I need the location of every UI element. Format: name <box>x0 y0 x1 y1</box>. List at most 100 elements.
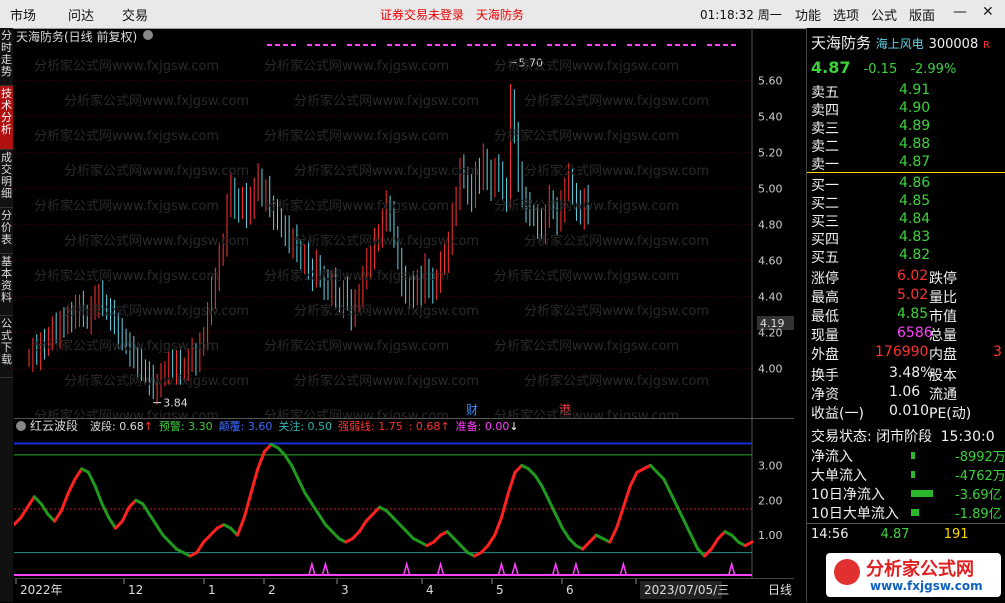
bid-label: 买二 <box>811 196 839 212</box>
menu-options[interactable]: 选项 <box>833 5 859 24</box>
flow-bar <box>911 490 933 497</box>
menu-wenda[interactable]: 问达 <box>68 5 94 24</box>
ask-row: 卖四 4.90 <box>811 100 1005 119</box>
tab-fundamentals[interactable]: 基本资料 <box>0 254 13 316</box>
bid-label: 买一 <box>811 178 839 194</box>
last-trade-time: 14:56 <box>811 527 849 542</box>
ready-marker <box>619 561 628 576</box>
watermark-text: 分析家公式网www.fxjgsw.com <box>264 408 449 418</box>
signal-dash <box>667 44 672 46</box>
menu-market[interactable]: 市场 <box>10 5 36 24</box>
signal-dash <box>523 44 528 46</box>
tab-formula-download[interactable]: 公式下载 <box>0 316 13 378</box>
ask-row: 卖二 4.88 <box>811 136 1005 155</box>
candlestick-chart[interactable]: 天海防务(日线 前复权) 5.70 3.84 4.19 财 港 5.605.40… <box>14 28 794 418</box>
tab-price-table[interactable]: 分价表 <box>0 208 13 254</box>
login-status[interactable]: 证券交易未登录 <box>380 8 464 22</box>
price-tick-label: 4.00 <box>758 362 783 375</box>
stat-row: 外盘 176990 内盘 3 <box>811 344 1005 363</box>
last-trade-price: 4.87 <box>880 527 910 542</box>
menu-function[interactable]: 功能 <box>795 5 821 24</box>
stat-row: 最低 4.85 市值 <box>811 306 1005 325</box>
date-label: 5 <box>496 583 504 597</box>
tab-intraday[interactable]: 分时走势 <box>0 28 13 86</box>
watermark-text: 分析家公式网www.fxjgsw.com <box>494 338 679 354</box>
date-label: 6 <box>566 583 574 597</box>
flow-row: 10日净流入 -3.69亿 <box>811 484 1005 503</box>
low-price-label: 3.84 <box>163 397 188 410</box>
watermark-text: 分析家公式网www.fxjgsw.com <box>524 373 709 389</box>
close-icon[interactable]: ✕ <box>982 4 994 20</box>
stat-label: 净资 <box>811 387 839 403</box>
signal-dash <box>283 44 288 46</box>
wave-segment <box>709 537 720 551</box>
ask-row: 卖一 4.87 <box>811 154 1005 173</box>
date-label: 4 <box>426 583 434 597</box>
watermark-text: 分析家公式网www.fxjgsw.com <box>264 268 449 284</box>
bid-label: 买五 <box>811 250 839 266</box>
wave-segment <box>689 533 700 551</box>
stat-label-2: 总量 <box>929 328 957 344</box>
ask-price: 4.89 <box>899 118 931 134</box>
indicator-panel[interactable]: 3.00 2.00 1.00 红云波段 波段: 0.68↑ 预警: 3.30 颠覆: 3… <box>14 418 794 578</box>
wave-segment <box>662 477 673 495</box>
signal-dash <box>267 44 272 46</box>
wave-segment <box>554 512 564 530</box>
signal-dash <box>363 44 368 46</box>
chart-menu-icon[interactable] <box>143 30 153 40</box>
stock-change: -0.15 <box>863 62 898 77</box>
wave-segment <box>669 491 680 509</box>
stat-label: 换手 <box>811 368 839 384</box>
tab-trades[interactable]: 成交明细 <box>0 150 13 208</box>
wave-segment <box>743 540 754 548</box>
wave-segment <box>296 477 307 495</box>
wave-segment <box>493 516 503 537</box>
login-alert[interactable]: 证券交易未登录 天海防务 <box>380 6 532 23</box>
ready-marker <box>572 561 580 576</box>
date-label: 3 <box>341 583 349 597</box>
stat-label: 最低 <box>811 309 839 325</box>
stat-label: 最高 <box>811 290 839 306</box>
period-label[interactable]: 日线 <box>768 583 792 597</box>
signal-dash <box>467 44 472 46</box>
event-marker-finance[interactable]: 财 <box>466 403 478 417</box>
signal-dash <box>627 44 632 46</box>
stock-change-pct: -2.99% <box>910 62 957 77</box>
minimize-icon[interactable]: — <box>953 4 967 20</box>
watermark-text: 分析家公式网www.fxjgsw.com <box>264 338 449 354</box>
signal-dash <box>451 44 456 46</box>
ask-price: 4.91 <box>899 82 931 98</box>
menu-layout[interactable]: 版面 <box>909 5 935 24</box>
signal-dash <box>291 44 296 46</box>
bid-price: 4.84 <box>899 211 931 227</box>
ask-label: 卖三 <box>811 121 839 137</box>
wave-segment <box>195 540 206 555</box>
wave-segment <box>93 484 104 506</box>
tab-technical[interactable]: 技术分析 <box>0 86 13 150</box>
stat-row: 换手 3.48% 股本 <box>811 365 1005 384</box>
menu-formula[interactable]: 公式 <box>871 5 897 24</box>
ready-marker <box>497 561 506 576</box>
price-tick-label: 4.60 <box>758 254 783 267</box>
ind-tick-label: 3.00 <box>758 459 783 472</box>
bid-row: 买一 4.86 <box>811 175 1005 194</box>
ready-marker <box>511 561 519 576</box>
signal-dash <box>395 44 400 46</box>
bid-price: 4.82 <box>899 247 931 263</box>
price-tick-label: 5.20 <box>758 146 783 159</box>
stock-sector[interactable]: 海上风电 <box>876 37 924 51</box>
stat-label: 现量 <box>811 328 839 344</box>
trade-state: 交易状态: 闭市阶段 <box>811 429 933 445</box>
flow-value: -3.69亿 <box>955 488 1002 503</box>
flow-bar <box>911 471 915 478</box>
date-label: 2 <box>268 583 276 597</box>
menu-trade[interactable]: 交易 <box>122 5 148 24</box>
ready-marker <box>727 561 736 576</box>
indicator-name: 红云波段 <box>30 418 78 433</box>
date-label: 12 <box>128 583 143 597</box>
signal-dash <box>443 44 448 46</box>
signal-dash <box>403 44 408 46</box>
stat-row: 最高 5.02 量比 <box>811 287 1005 306</box>
indicator-menu-icon[interactable] <box>16 421 26 431</box>
bid-label: 买三 <box>811 214 839 230</box>
